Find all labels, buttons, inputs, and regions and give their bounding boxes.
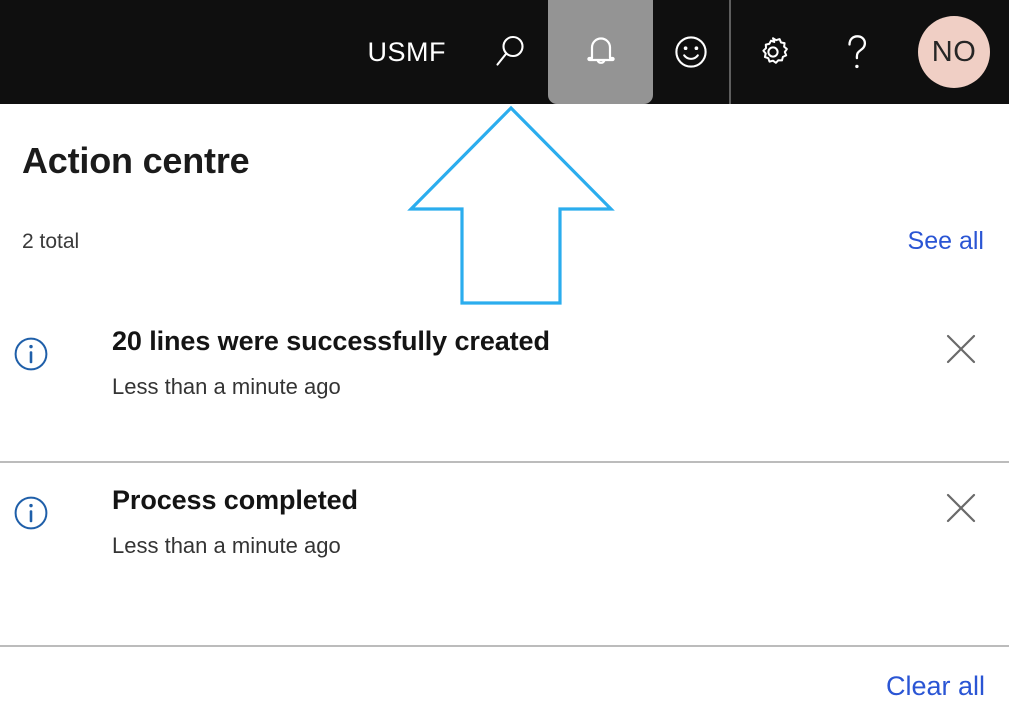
notification-title: 20 lines were successfully created (112, 326, 550, 356)
clear-all-link[interactable]: Clear all (0, 647, 1009, 721)
page-title: Action centre (22, 140, 250, 181)
smiley-face-icon (670, 31, 712, 73)
panel-footer: Clear all (0, 645, 1009, 721)
notification-timestamp: Less than a minute ago (112, 533, 341, 558)
question-mark-icon (840, 30, 874, 74)
search-button[interactable] (472, 0, 548, 104)
close-icon (944, 491, 978, 528)
settings-button[interactable] (731, 0, 815, 104)
notification-count-label: 2 total (22, 230, 80, 253)
avatar-initials: NO (918, 16, 990, 88)
feedback-button[interactable] (653, 0, 729, 104)
dismiss-notification-button[interactable] (913, 304, 1009, 369)
dismiss-notification-button[interactable] (913, 463, 1009, 528)
notification-list: 20 lines were successfully created Less … (0, 304, 1009, 620)
search-icon (489, 31, 531, 73)
close-icon (944, 332, 978, 369)
notification-content: Process completed Less than a minute ago (62, 463, 913, 560)
gear-icon (752, 31, 794, 73)
bell-icon (581, 31, 621, 73)
notification-title: Process completed (112, 485, 358, 515)
company-label: USMF (367, 36, 446, 67)
see-all-link[interactable]: See all (908, 226, 984, 256)
action-centre-panel: Action centre 2 total See all 20 lines w… (0, 104, 1009, 721)
notification-timestamp: Less than a minute ago (112, 374, 341, 399)
notification-content: 20 lines were successfully created Less … (62, 304, 913, 401)
table-row[interactable]: Process completed Less than a minute ago (0, 463, 1009, 620)
action-centre-screen: USMF NO Action centre 2 total See all 20… (0, 0, 1009, 721)
info-circle-icon (0, 463, 62, 533)
table-row[interactable]: 20 lines were successfully created Less … (0, 304, 1009, 461)
notifications-button[interactable] (548, 0, 653, 104)
top-navigation-bar: USMF NO (0, 0, 1009, 104)
header-actions-group: USMF NO (368, 0, 1009, 104)
info-circle-icon (0, 304, 62, 374)
user-avatar-button[interactable]: NO (899, 0, 1009, 104)
help-button[interactable] (815, 0, 899, 104)
